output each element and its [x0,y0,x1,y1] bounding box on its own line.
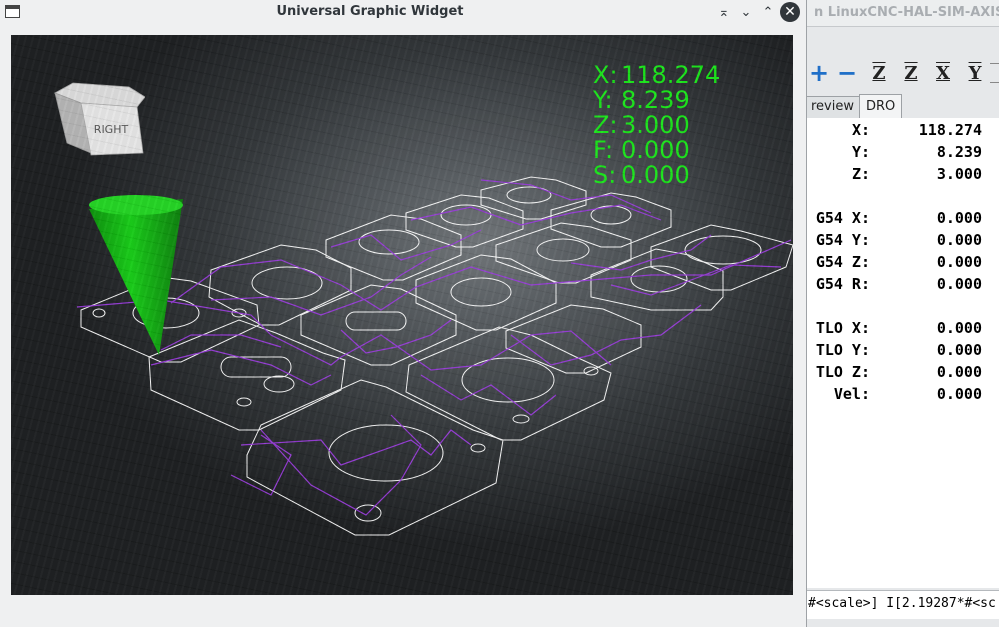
dro-label: Z: [851,165,870,183]
axis-main-window: n LinuxCNC-HAL-SIM-AXIS + − Z Z X Y revi… [804,0,999,627]
tab-dro[interactable]: DRO [859,94,903,119]
dro-label: TLO X: [815,319,870,337]
dialog-titlebar[interactable]: Universal Graphic Widget ⌅ ⌄ ⌃ ✕ [0,0,806,25]
dro-row: G54 R: 0.000 [806,275,986,297]
dro-value: 0.000 [936,319,982,337]
dro-value: 118.274 [918,121,982,139]
axis-window-title: n LinuxCNC-HAL-SIM-AXIS [814,5,999,20]
keep-above-icon: ⌅ [718,4,730,20]
dro-panel: X: 118.274 Y: 8.239 Z: 3.000 G54 X: 0.00… [806,118,999,588]
axis-titlebar: n LinuxCNC-HAL-SIM-AXIS [806,0,999,27]
overlay-y: Y: 8.239 [593,88,720,113]
dro-row: G54 Y: 0.000 [806,231,986,253]
overlay-x: X: 118.274 [593,63,720,88]
dro-label: X: [851,121,870,139]
dro-row: Z: 3.000 [806,165,986,187]
close-icon: ✕ [784,4,796,20]
dro-label: G54 Z: [815,253,870,271]
axis-tab-bar: review DRO [804,94,999,119]
maximize-icon: ⌃ [762,4,774,20]
dialog-title: Universal Graphic Widget [276,4,464,19]
rapid-toolpath [76,179,792,516]
overlay-axis-value: 0.000 [621,136,690,164]
view-z-icon: Z [872,62,886,84]
view-cube[interactable]: RIGHT [45,81,145,163]
overlay-axis-label: X: [593,61,618,89]
dro-label: G54 Y: [815,231,870,249]
axis-view-toolbar: + − Z Z X Y [806,58,999,88]
overlay-axis-value: 0.000 [621,161,690,189]
zoom-in-icon: + [808,59,830,87]
dro-value: 8.239 [936,143,982,161]
view-p-button[interactable] [990,60,999,86]
dro-row: TLO Y: 0.000 [806,341,986,363]
dro-value: 0.000 [936,209,982,227]
view-y-icon: Y [968,62,982,84]
dro-value: 3.000 [936,165,982,183]
dro-row: TLO Z: 0.000 [806,363,986,385]
dro-row: TLO X: 0.000 [806,319,986,341]
close-button[interactable]: ✕ [780,2,800,22]
dro-value: 0.000 [936,385,982,403]
overlay-axis-value: 8.239 [621,86,690,114]
view-y-button[interactable]: Y [962,60,988,86]
tool-cone [89,195,183,355]
overlay-axis-label: F: [593,136,614,164]
dro-label: Vel: [833,385,870,403]
dro-label: TLO Z: [815,363,870,381]
view-x-button[interactable]: X [930,60,956,86]
overlay-axis-label: Z: [593,111,618,139]
dro-row: Vel: 0.000 [806,385,986,407]
dro-label: Y: [851,143,870,161]
overlay-feed: F: 0.000 [593,138,720,163]
overlay-axis-label: S: [593,161,617,189]
overlay-spindle: S: 0.000 [593,163,720,188]
keep-above-button[interactable]: ⌅ [715,3,733,21]
overlay-axis-value: 3.000 [621,111,690,139]
view-z-rotated-icon: Z [904,62,918,84]
mdi-command-text: #<scale>] I[2.19287*#<sc [808,596,996,611]
zoom-in-button[interactable]: + [806,59,832,87]
dro-value: 0.000 [936,253,982,271]
dro-overlay: X: 118.274 Y: 8.239 Z: 3.000 F: 0.000 S: 0.00… [593,63,720,188]
dro-row: G54 Z: 0.000 [806,253,986,275]
view-z-button[interactable]: Z [866,60,892,86]
mdi-command-field[interactable]: #<scale>] I[2.19287*#<sc [806,590,999,619]
maximize-button[interactable]: ⌃ [759,3,777,21]
zoom-out-button[interactable]: − [834,59,860,87]
dro-label: G54 R: [815,275,870,293]
dro-value: 0.000 [936,275,982,293]
view-cube-label: RIGHT [94,123,129,136]
dro-value: 0.000 [936,363,982,381]
graphic-widget-window: Universal Graphic Widget ⌅ ⌄ ⌃ ✕ RIGHT X… [0,0,807,627]
minimize-icon: ⌄ [740,4,752,20]
dro-row: X: 118.274 [806,121,986,143]
view-z-rotated-button[interactable]: Z [898,60,924,86]
dro-row: G54 X: 0.000 [806,209,986,231]
view-x-icon: X [936,62,950,84]
zoom-out-icon: − [836,59,858,87]
overlay-axis-value: 118.274 [621,61,721,89]
dro-value: 0.000 [936,341,982,359]
dro-label: G54 X: [815,209,870,227]
overlay-z: Z: 3.000 [593,113,720,138]
3d-preview-viewport[interactable]: RIGHT X: 118.274 Y: 8.239 Z: 3.000 F: 0.000 … [11,35,793,595]
tab-preview[interactable]: review [804,96,861,118]
view-p-icon [990,63,999,83]
dro-value: 0.000 [936,231,982,249]
minimize-button[interactable]: ⌄ [737,3,755,21]
dro-row: Y: 8.239 [806,143,986,165]
overlay-axis-label: Y: [593,86,613,114]
dro-label: TLO Y: [815,341,870,359]
